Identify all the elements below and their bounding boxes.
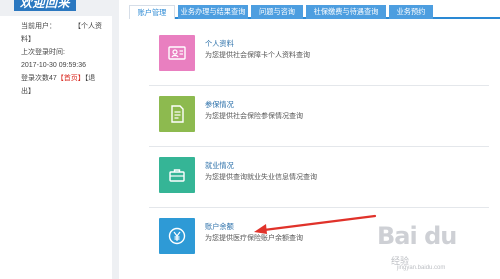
- user-info: 当前用户： 【个人资 料】 上次登录时间: 2017-10-30 09:59:36…: [21, 20, 109, 98]
- service-personal-info[interactable]: 个人资料 为您提供社会保障卡个人资料查询: [149, 25, 489, 86]
- tab-payment-query[interactable]: 社保缴费与待遇查询: [306, 5, 386, 19]
- tab-consultation[interactable]: 问题与咨询: [251, 5, 303, 19]
- id-card-icon: [159, 35, 195, 71]
- profile-link[interactable]: 【个人资: [74, 23, 102, 30]
- tab-bar: 账户管理 业务办理与结果查询 问题与咨询 社保缴费与待遇查询 业务预约: [129, 5, 500, 19]
- service-desc: 为您提供社会保障卡个人资料查询: [205, 52, 310, 59]
- yen-icon: [159, 218, 195, 254]
- logout-link[interactable]: 【退: [85, 75, 96, 82]
- service-title[interactable]: 账户余额: [205, 222, 234, 232]
- service-title[interactable]: 参保情况: [205, 100, 234, 110]
- welcome-text: 欢迎回来: [14, 0, 77, 11]
- service-desc: 为您提供社会保险参保情况查询: [205, 113, 303, 120]
- last-login-label: 上次登录时间:: [21, 49, 65, 56]
- logout-link-cont[interactable]: 出】: [21, 85, 109, 98]
- home-link[interactable]: 【首页】: [57, 75, 85, 82]
- watermark-brand: Bai du: [377, 222, 457, 250]
- service-insurance-status[interactable]: 参保情况 为您提供社会保险参保情况查询: [149, 86, 489, 147]
- last-login-time: 2017-10-30 09:59:36: [21, 62, 86, 69]
- service-title[interactable]: 个人资料: [205, 39, 234, 49]
- service-title[interactable]: 就业情况: [205, 161, 234, 171]
- sidebar: 欢迎回来 当前用户： 【个人资 料】 上次登录时间: 2017-10-30 09:…: [0, 0, 112, 279]
- tab-appointment[interactable]: 业务预约: [389, 5, 433, 19]
- briefcase-icon: [159, 157, 195, 193]
- login-count: 登录次数47: [21, 75, 57, 82]
- service-employment-status[interactable]: 就业情况 为您提供查询就业失业信息情况查询: [149, 147, 489, 208]
- document-icon: [159, 96, 195, 132]
- watermark-url: jingyan.baidu.com: [397, 265, 446, 271]
- welcome-banner: 欢迎回来: [0, 0, 112, 16]
- service-desc: 为您提供查询就业失业信息情况查询: [205, 174, 317, 181]
- current-user-label: 当前用户：: [21, 23, 56, 30]
- profile-link-cont[interactable]: 料】: [21, 33, 109, 46]
- annotation-arrow-icon: [254, 214, 377, 234]
- baidu-watermark: Bai du 经验 jingyan.baidu.com: [377, 222, 497, 274]
- tab-account-management[interactable]: 账户管理: [129, 5, 175, 19]
- tab-business-query[interactable]: 业务办理与结果查询: [178, 5, 248, 19]
